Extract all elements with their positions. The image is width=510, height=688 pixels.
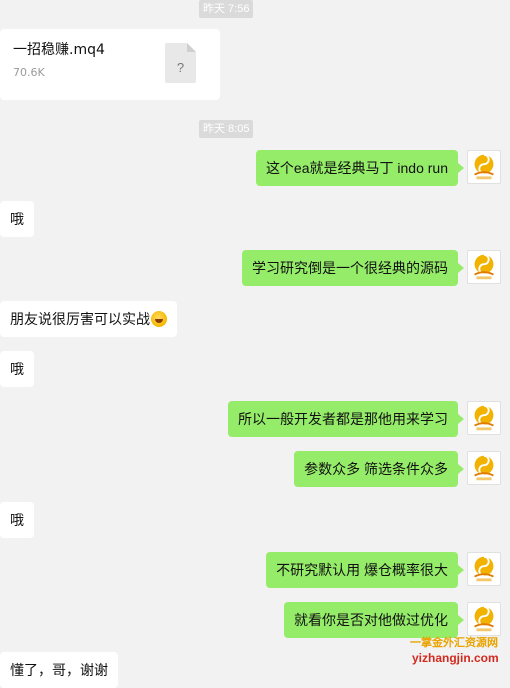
file-name: 一招稳赚.mq4 bbox=[13, 42, 105, 58]
avatar[interactable] bbox=[467, 250, 501, 284]
yizhangjin-logo-icon bbox=[474, 404, 494, 431]
file-size: 70.6K bbox=[13, 66, 45, 79]
their-message-bubble[interactable]: 哦 bbox=[0, 502, 34, 538]
message-text: 哦 bbox=[10, 512, 24, 528]
message-text: 朋友说很厉害可以实战 bbox=[10, 311, 150, 327]
yizhangjin-logo-icon bbox=[474, 454, 494, 481]
my-message-bubble[interactable]: 参数众多 筛选条件众多 bbox=[294, 451, 464, 487]
message-text: 就看你是否对他做过优化 bbox=[294, 612, 448, 628]
watermark-title: 一掌金外汇资源网 bbox=[410, 636, 498, 649]
timestamp: 昨天 7:56 bbox=[199, 0, 254, 18]
my-message-bubble[interactable]: 学习研究倒是一个很经典的源码 bbox=[242, 250, 464, 286]
file-unknown-icon: ? bbox=[165, 43, 196, 83]
their-message-bubble[interactable]: 朋友说很厉害可以实战 bbox=[0, 301, 177, 337]
watermark-url: yizhangjin.com bbox=[412, 651, 499, 665]
message-text: 哦 bbox=[10, 211, 24, 227]
yizhangjin-logo-icon bbox=[474, 555, 494, 582]
my-message-bubble[interactable]: 就看你是否对他做过优化 bbox=[284, 602, 464, 638]
avatar[interactable] bbox=[467, 552, 501, 586]
file-message-card[interactable]: 一招稳赚.mq4 70.6K ? bbox=[0, 29, 220, 100]
timestamp: 昨天 8:05 bbox=[199, 120, 254, 138]
my-message-bubble[interactable]: 所以一般开发者都是那他用来学习 bbox=[228, 401, 464, 437]
avatar[interactable] bbox=[467, 401, 501, 435]
message-text: 参数众多 筛选条件众多 bbox=[304, 461, 448, 477]
message-text: 这个ea就是经典马丁 indo run bbox=[265, 160, 448, 176]
my-message-bubble[interactable]: 不研究默认用 爆仓概率很大 bbox=[266, 552, 464, 588]
yizhangjin-logo-icon bbox=[474, 605, 494, 632]
my-message-bubble[interactable]: 这个ea就是经典马丁 indo run bbox=[255, 150, 465, 186]
avatar[interactable] bbox=[467, 602, 501, 636]
yizhangjin-logo-icon bbox=[474, 253, 494, 280]
message-text: 学习研究倒是一个很经典的源码 bbox=[252, 260, 448, 276]
laugh-emoji-icon bbox=[151, 311, 167, 327]
yizhangjin-logo-icon bbox=[474, 153, 494, 180]
avatar[interactable] bbox=[467, 451, 501, 485]
file-icon-glyph: ? bbox=[177, 60, 184, 75]
message-text: 懂了，哥，谢谢 bbox=[10, 662, 108, 678]
their-message-bubble[interactable]: 懂了，哥，谢谢 bbox=[0, 652, 118, 688]
their-message-bubble[interactable]: 哦 bbox=[0, 201, 34, 237]
message-text: 哦 bbox=[10, 361, 24, 377]
their-message-bubble[interactable]: 哦 bbox=[0, 351, 34, 387]
message-text: 不研究默认用 爆仓概率很大 bbox=[276, 562, 448, 578]
message-text: 所以一般开发者都是那他用来学习 bbox=[238, 411, 448, 427]
avatar[interactable] bbox=[467, 150, 501, 184]
